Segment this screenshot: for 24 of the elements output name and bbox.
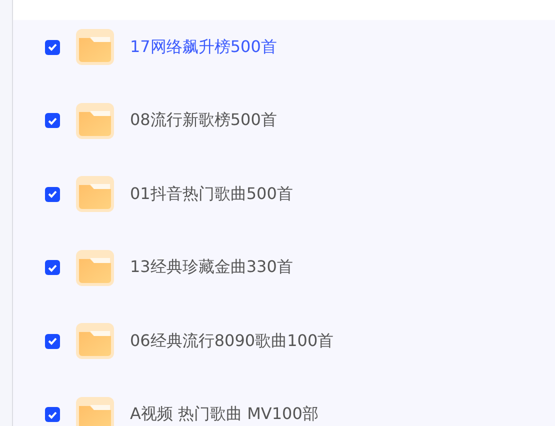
checkbox[interactable] xyxy=(45,407,60,422)
folder-name[interactable]: 01抖音热门歌曲500首 xyxy=(130,184,293,205)
folder-name[interactable]: 08流行新歌榜500首 xyxy=(130,110,277,132)
folder-name[interactable]: 17网络飙升榜500首 xyxy=(130,36,277,58)
check-icon xyxy=(48,116,57,125)
check-icon xyxy=(48,190,57,198)
folder-name[interactable]: 06经典流行8090歌曲100首 xyxy=(130,330,334,352)
check-icon xyxy=(48,337,57,346)
folder-name[interactable]: 13经典珍藏金曲330首 xyxy=(130,257,293,278)
folder-icon xyxy=(76,29,114,65)
checkbox[interactable] xyxy=(45,113,60,128)
checkbox[interactable] xyxy=(45,260,60,276)
folder-icon xyxy=(76,102,114,139)
check-icon xyxy=(48,264,57,272)
checkbox[interactable] xyxy=(45,334,60,349)
check-icon xyxy=(48,43,57,51)
folder-icon xyxy=(76,396,114,426)
folder-icon xyxy=(76,323,114,360)
checkbox[interactable] xyxy=(45,186,60,202)
checkbox[interactable] xyxy=(45,40,60,54)
check-icon xyxy=(48,410,57,419)
folder-icon xyxy=(76,176,114,212)
folder-icon xyxy=(76,250,114,286)
folder-name[interactable]: A视频 热门歌曲 MV100部 xyxy=(130,404,318,426)
